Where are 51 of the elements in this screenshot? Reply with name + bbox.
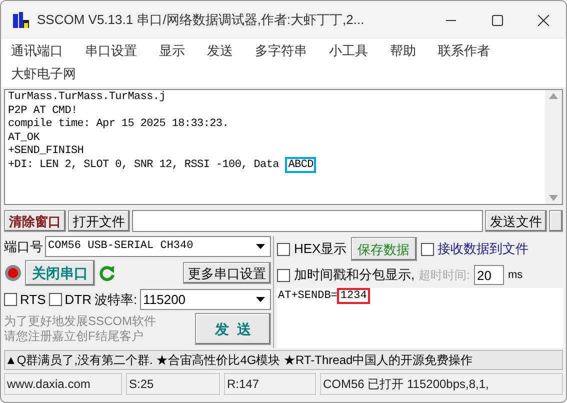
menu-item[interactable]: 发送: [207, 41, 233, 60]
receive-to-file-label: 接收数据到文件: [438, 240, 529, 258]
menu-item[interactable]: 多字符串: [255, 41, 307, 60]
save-data-button[interactable]: 保存数据: [350, 237, 417, 261]
status-field: COM56 已打开 115200bps,8,1,: [320, 373, 563, 395]
window-title: SSCOM V5.13.1 串口/网络数据调试器,作者:大虾丁丁,2...: [37, 11, 364, 30]
port-label: 端口号: [4, 238, 43, 256]
ticker-text: ▲Q群满员了,没有第二个群. ★合宙高性价比4G模块 ★RT-Thread中国人的开源免费操作: [4, 350, 563, 370]
rts-label: RTS: [20, 290, 46, 309]
checkbox[interactable]: [420, 242, 434, 256]
stop-button[interactable]: [549, 210, 563, 232]
open-file-button[interactable]: 打开文件: [68, 210, 130, 232]
clear-window-button[interactable]: 清除窗口: [4, 210, 66, 232]
dtr-label: DTR: [64, 290, 92, 309]
menu-item[interactable]: 显示: [159, 41, 185, 60]
checkbox[interactable]: [277, 242, 290, 256]
checkbox[interactable]: [4, 293, 17, 306]
status-field: www.daxia.com: [4, 373, 122, 395]
timeout-field[interactable]: 20: [474, 265, 504, 285]
receive-log: TurMass.TurMass.TurMass.j P2P AT CMD! compile time: Apr 15 2025 18:33:23. AT_OK +SEND_FINISH +DI: LEN 2, SLOT 0, SNR 12, RSSI -100, Data ABCD: [5, 90, 545, 204]
port-select[interactable]: COM56 USB-SERIAL CH340: [45, 236, 271, 257]
send-file-button[interactable]: 发送文件: [485, 210, 547, 232]
menu-item[interactable]: 小工具: [329, 41, 368, 60]
promo-text: 为了更好地发展SSCOM软件: [4, 314, 156, 329]
timeout-unit: ms: [508, 268, 523, 283]
close-port-button[interactable]: 关闭串口: [25, 260, 95, 286]
promo-text: 请您注册嘉立创F结尾客户: [4, 329, 144, 344]
send-button[interactable]: 发 送: [195, 313, 271, 345]
menu-item[interactable]: 通讯端口: [11, 41, 63, 60]
timestamp-label: 加时间戳和分包显示,: [294, 266, 415, 284]
send-input[interactable]: AT+SENDB= 1234: [277, 288, 563, 348]
baud-select[interactable]: 115200: [140, 289, 271, 310]
menu-item[interactable]: 大虾电子网: [11, 64, 76, 83]
dropdown-arrow-icon: [256, 244, 265, 249]
highlight-box: ABCD: [285, 156, 316, 172]
file-path-field[interactable]: [132, 210, 483, 232]
refresh-icon[interactable]: [98, 264, 116, 282]
app-logo-icon: [11, 10, 31, 30]
checkbox[interactable]: [277, 268, 290, 282]
menu-item[interactable]: 串口设置: [85, 41, 137, 60]
menu-item[interactable]: 帮助: [390, 41, 416, 60]
timeout-label: 超时时间:: [418, 267, 470, 284]
highlight-box: 1234: [337, 288, 370, 304]
status-field: R:147: [224, 373, 316, 395]
more-settings-button[interactable]: 更多串口设置: [183, 262, 271, 284]
menu-item[interactable]: 联系作者: [438, 41, 490, 60]
baud-label: 波特率:: [94, 290, 138, 309]
checkbox[interactable]: [48, 293, 62, 306]
dropdown-arrow-icon: [256, 297, 265, 302]
status-field: S:25: [126, 373, 220, 395]
hex-display-label: HEX显示: [294, 240, 347, 258]
